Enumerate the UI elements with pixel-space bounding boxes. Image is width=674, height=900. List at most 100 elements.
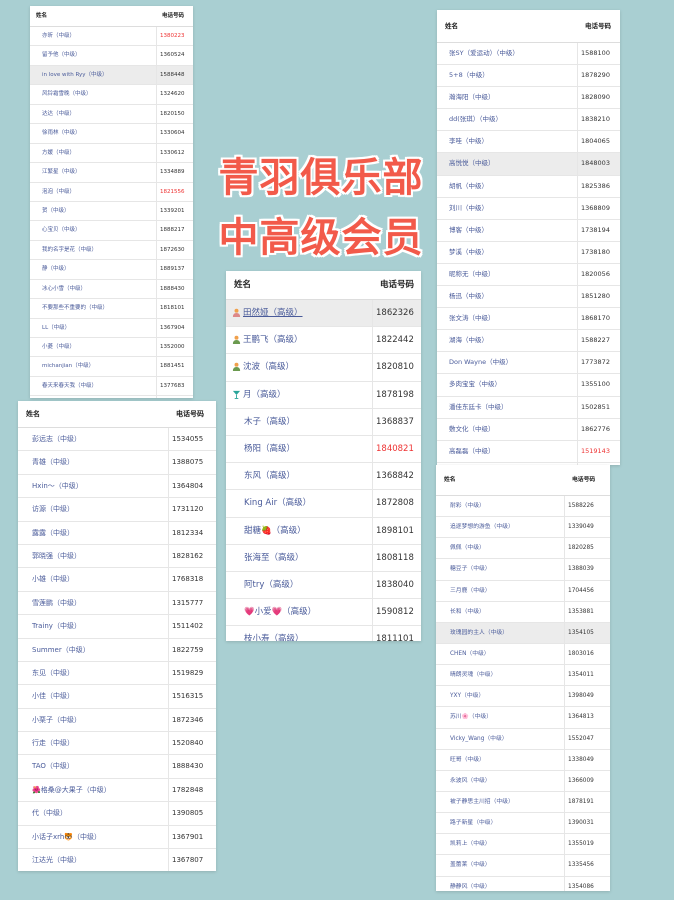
table-row[interactable]: 泡泡（中级） 1821556 [30,182,193,202]
table-row[interactable]: 张海至（高级） 1808118 [226,544,421,572]
member-name[interactable]: 玫瑰园的主人（中级） [436,623,564,643]
member-name[interactable]: 高磊磊（中级） [437,441,577,462]
member-name[interactable]: 凯莉上（中级） [436,834,564,854]
table-row[interactable]: 小雄（中级） 1768318 [18,568,216,592]
member-name[interactable]: 刘川（中级） [437,198,577,219]
table-row[interactable]: 江繁星（中级） 1334889 [30,163,193,183]
table-row[interactable]: 博客（中级） 1738194 [437,219,620,242]
table-row[interactable]: 行走（中级） 1520840 [18,732,216,756]
member-name[interactable]: LL（中级） [30,319,156,337]
table-row[interactable]: 月（高级） 1878198 [226,381,421,409]
table-row[interactable]: 刘川（中级） 1368809 [437,197,620,220]
table-row[interactable]: 枝小寿（高级） 1811101 [226,626,421,641]
table-row[interactable]: 三月鹿（中级） 1704456 [436,580,610,602]
member-name[interactable]: 小雄（中级） [18,568,168,590]
table-row[interactable]: dd(张琪）（中级） 1838210 [437,109,620,132]
table-row[interactable]: 我的名字是花（中级） 1872630 [30,240,193,261]
table-row[interactable]: Don Wayne（中级） 1773872 [437,352,620,375]
member-name[interactable]: 张文涛（中级） [437,308,577,329]
member-name[interactable]: 风铃霜雪晚（中级） [30,85,156,103]
table-row[interactable]: 阿try（高级） 1838040 [226,571,421,600]
member-name[interactable]: 王鹏飞（高级） [226,327,372,353]
member-name[interactable]: 泡泡（中级） [30,183,156,201]
table-row[interactable]: 被子静思主川招（中级） 1878191 [436,791,610,814]
member-name[interactable]: 长和（中级） [436,602,564,622]
table-row[interactable]: 敷文化（中级） 1862776 [437,418,620,441]
table-row[interactable]: 凯莉上（中级） 1355019 [436,834,610,856]
member-name[interactable]: 不要那些不重要的（中级） [30,299,156,317]
member-name[interactable]: 雪莲鹏（中级） [18,592,168,614]
member-name[interactable]: 心宝贝（中级） [30,221,156,239]
member-name[interactable]: Summer（中级） [18,639,168,661]
member-name[interactable]: 阿try（高级） [226,572,372,598]
table-row[interactable]: 小菱（中级） 1352000 [30,338,193,358]
table-row[interactable]: 胡帆（中级） 1825386 [437,175,620,198]
table-row[interactable]: 张文涛（中级） 1868170 [437,308,620,331]
member-name[interactable]: 永波风（中级） [436,771,564,791]
member-name[interactable]: 甜糖🍓（高级） [226,518,372,544]
table-row[interactable]: 永波风（中级） 1366009 [436,770,610,792]
member-name[interactable]: 昵称无（中级） [437,264,577,285]
table-row[interactable]: 杨阳（高级） 1840821 [226,435,421,464]
member-name[interactable]: 枝小寿（高级） [226,626,372,641]
table-row[interactable]: 风铃霜雪晚（中级） 1324620 [30,85,193,105]
table-row[interactable]: 小栗子（中级） 1872346 [18,708,216,733]
member-name[interactable]: michanjian（中级） [30,357,156,375]
member-name[interactable]: 静（中级） [30,260,156,278]
table-row[interactable]: King Air（高级） 1872808 [226,490,421,518]
table-row[interactable]: Hxin～（中级） 1364804 [18,474,216,499]
member-name[interactable]: 杨迅（中级） [437,286,577,307]
member-name[interactable]: 春天来春天我（中级） [30,377,156,395]
table-row[interactable]: 章鹏（中级）1731100 [30,396,193,398]
member-name[interactable]: 李哇（中级） [437,131,577,152]
member-name[interactable]: 月（高级） [226,382,372,408]
member-name[interactable]: 徐雨林（中级） [30,124,156,142]
member-name[interactable]: 敷文化（中级） [437,419,577,440]
member-name[interactable]: 盖蕾莱（中级） [436,855,564,875]
member-name[interactable]: 博客（中级） [437,220,577,241]
table-row[interactable]: 留予他（中级） 1360524 [30,46,193,66]
table-row[interactable]: 静（中级） 1889137 [30,260,193,280]
table-row[interactable]: 🌺格桑@大果子（中级） 1782848 [18,778,216,803]
table-row[interactable]: 田然娅（高级） 1862326 [226,300,421,328]
member-name[interactable]: TAO（中级） [18,755,168,777]
table-row[interactable]: 糖豆子（中级） 1388039 [436,559,610,581]
table-row[interactable]: 潘佳东廷卡（中级） 1502851 [437,396,620,419]
member-name[interactable]: 被子静思主川招（中级） [436,792,564,812]
member-name[interactable]: Trainy（中级） [18,615,168,637]
member-name[interactable]: 达达（中级） [30,105,156,123]
table-row[interactable]: 多肉宝宝（中级） 1355100 [437,374,620,397]
table-row[interactable]: 春天来春天我（中级） 1377683 [30,376,193,397]
member-name[interactable]: 小菱（中级） [30,338,156,356]
member-name[interactable]: 代（中级） [18,802,168,824]
table-row[interactable]: 徐雨林（中级） 1330604 [30,124,193,144]
table-row[interactable]: 露露（中级） 1812334 [18,521,216,545]
table-row[interactable]: 冰心小雪（中级） 1888430 [30,279,193,300]
member-name[interactable]: 亦昕（中级） [30,27,156,45]
member-name[interactable]: 佩佩（中级） [436,538,564,558]
member-name[interactable]: 多肉宝宝（中级） [437,374,577,395]
member-name[interactable]: YXY（中级） [436,686,564,706]
table-row[interactable]: 盖蕾莱（中级） 1335456 [436,855,610,877]
table-row[interactable]: 雪莲鹏（中级） 1315777 [18,591,216,616]
member-name[interactable]: 晴朗灵魂（中级） [436,665,564,685]
member-name[interactable]: 旺哥（中级） [436,750,564,770]
table-row[interactable]: 沈波（高级） 1820810 [226,354,421,382]
table-row[interactable]: 静静风（中级） 1354086 [436,876,610,891]
table-row[interactable]: 耐彩（中级） 1588226 [436,496,610,518]
member-name[interactable]: 贺（中级） [30,202,156,220]
table-row[interactable]: 青雄（中级） 1388075 [18,451,216,475]
table-row[interactable]: 小佳（中级） 1516315 [18,685,216,709]
member-name[interactable]: 露露（中级） [18,522,168,544]
table-row[interactable]: 湖海（中级） 1588227 [437,330,620,353]
table-row[interactable]: 彭远志（中级） 1534055 [18,428,216,452]
table-row[interactable]: 东见（中级） 1519829 [18,661,216,686]
member-name[interactable]: 高悦悦（中级） [437,153,577,174]
member-name[interactable]: in love with Ryy（中级） [30,66,156,84]
member-name[interactable]: 胡帆（中级） [437,176,577,197]
table-row[interactable]: 梦溪（中级） 1738180 [437,241,620,264]
member-name[interactable]: Vicky_Wang（中级） [436,729,564,749]
member-name[interactable]: 💗小爱💗（高级） [226,599,372,625]
table-row[interactable]: 访源（中级） 1731120 [18,498,216,522]
member-name[interactable]: 江达光（中级） [18,849,168,871]
